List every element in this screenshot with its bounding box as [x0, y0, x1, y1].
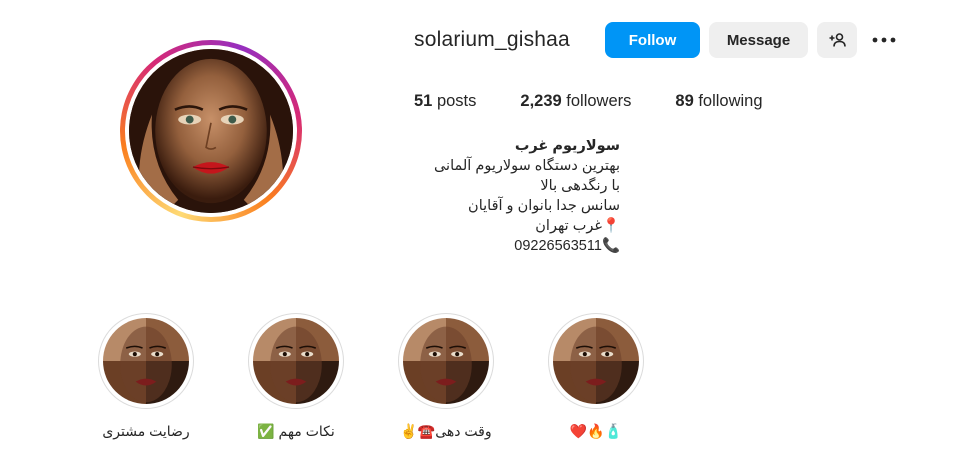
bio-line: 📞09226563511 — [514, 238, 620, 254]
highlight-image — [403, 318, 489, 404]
options-button[interactable] — [870, 28, 898, 52]
story-highlight[interactable]: نکات مهم ✅ — [236, 313, 356, 440]
profile-bio: سولاریوم غرب بهترین دستگاه سولاریوم آلما… — [414, 136, 620, 256]
highlight-label: رضایت مشتری — [102, 423, 190, 439]
highlight-face-illustration — [253, 318, 339, 404]
posts-count: 51 posts — [414, 92, 476, 111]
following-label: following — [693, 92, 763, 110]
suggest-accounts-button[interactable] — [817, 22, 857, 58]
profile-avatar[interactable] — [120, 40, 302, 222]
highlight-label: نکات مهم ✅ — [257, 423, 335, 439]
avatar-inner — [125, 45, 297, 217]
add-user-icon — [829, 33, 846, 47]
followers-number: 2,239 — [520, 92, 562, 110]
highlight-face-illustration — [103, 318, 189, 404]
bio-line: با رنگدهی بالا — [540, 178, 620, 194]
highlight-image — [103, 318, 189, 404]
highlight-cover — [248, 313, 344, 409]
bio-line: 📍غرب تهران — [535, 218, 620, 234]
posts-number: 51 — [414, 92, 433, 110]
followers-label: followers — [561, 92, 632, 110]
bio-line: سانس جدا بانوان و آقایان — [468, 198, 620, 214]
highlight-label: وقت دهی☎️✌️ — [400, 423, 492, 439]
story-highlight[interactable]: 🧴🔥❤️ — [536, 313, 656, 440]
posts-label: posts — [432, 92, 477, 110]
highlight-cover — [98, 313, 194, 409]
avatar-photo — [129, 49, 293, 213]
more-horizontal-icon — [872, 37, 896, 43]
message-button[interactable]: Message — [709, 22, 808, 58]
story-highlight[interactable]: رضایت مشتری — [86, 313, 206, 440]
highlight-image — [253, 318, 339, 404]
highlight-label: 🧴🔥❤️ — [569, 423, 623, 439]
avatar-face-illustration — [129, 49, 293, 213]
profile-stats: 51 posts 2,239 followers 89 following — [414, 92, 807, 111]
bio-line: بهترین دستگاه سولاریوم آلمانی — [433, 158, 620, 174]
followers-link[interactable]: 2,239 followers — [520, 92, 631, 111]
highlight-face-illustration — [553, 318, 639, 404]
follow-button[interactable]: Follow — [605, 22, 700, 58]
profile-username: solarium_gishaa — [414, 28, 570, 51]
profile-full-name: سولاریوم غرب — [514, 138, 620, 154]
highlight-face-illustration — [403, 318, 489, 404]
highlight-cover — [548, 313, 644, 409]
following-number: 89 — [675, 92, 694, 110]
highlight-image — [553, 318, 639, 404]
story-highlight[interactable]: وقت دهی☎️✌️ — [386, 313, 506, 440]
highlight-cover — [398, 313, 494, 409]
following-link[interactable]: 89 following — [675, 92, 762, 111]
